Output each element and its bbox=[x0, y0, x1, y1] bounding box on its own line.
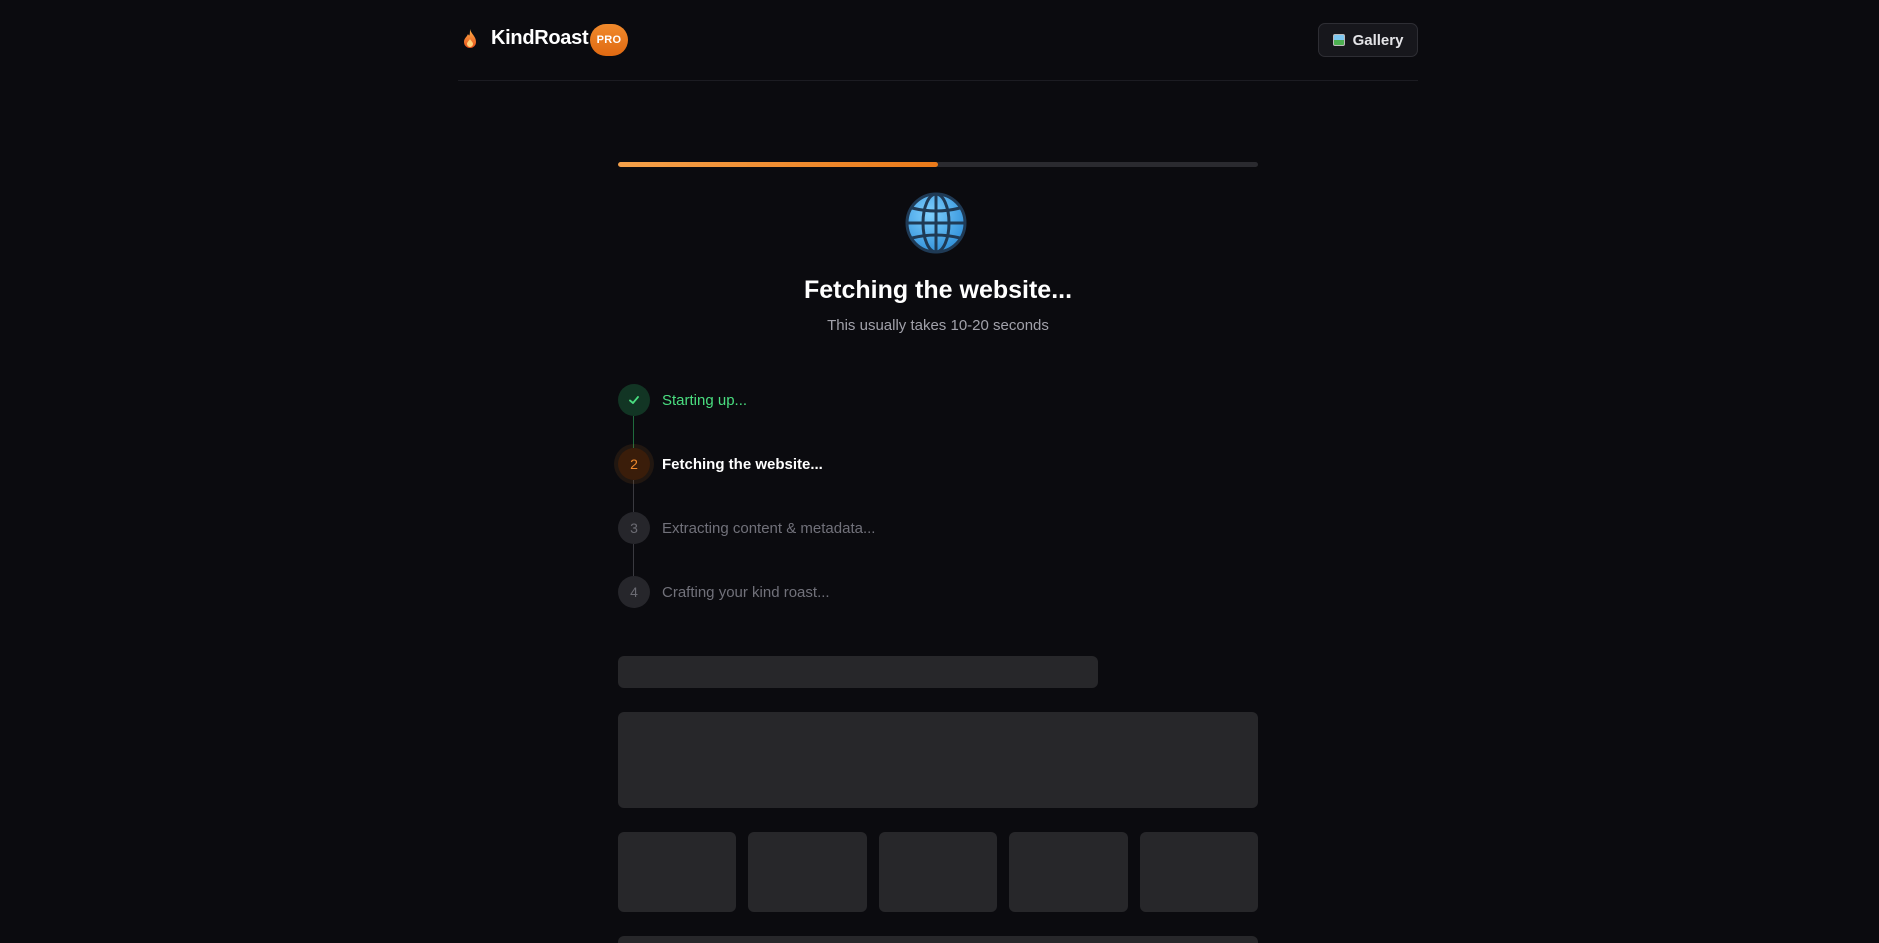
step-crafting: 4 Crafting your kind roast... bbox=[618, 576, 830, 608]
step-fetching: 2 Fetching the website... bbox=[618, 448, 823, 480]
status-subtitle: This usually takes 10-20 seconds bbox=[827, 317, 1049, 334]
globe-icon bbox=[905, 192, 967, 254]
step-connector bbox=[633, 544, 634, 576]
step-connector bbox=[633, 480, 634, 512]
step-label: Fetching the website... bbox=[662, 455, 823, 473]
flame-icon bbox=[464, 29, 476, 48]
status-title: Fetching the website... bbox=[803, 276, 1073, 304]
step-label: Crafting your kind roast... bbox=[662, 583, 830, 601]
step-number: 3 bbox=[618, 512, 650, 544]
skeleton-card bbox=[1140, 832, 1258, 912]
skeleton-card bbox=[748, 832, 867, 912]
skeleton-block bbox=[618, 712, 1258, 808]
brand-name[interactable]: KindRoast bbox=[491, 27, 589, 50]
pro-badge: PRO bbox=[590, 24, 628, 56]
progress-bar bbox=[618, 162, 1258, 167]
step-connector bbox=[633, 416, 634, 448]
skeleton-card bbox=[1009, 832, 1128, 912]
check-icon bbox=[629, 396, 639, 404]
gallery-button-label: Gallery bbox=[1352, 31, 1404, 49]
step-number: 4 bbox=[618, 576, 650, 608]
step-label: Extracting content & metadata... bbox=[662, 519, 876, 537]
step-label: Starting up... bbox=[662, 391, 748, 409]
picture-icon bbox=[1332, 34, 1345, 46]
progress-fill bbox=[618, 162, 938, 167]
step-starting-up: Starting up... bbox=[618, 384, 747, 416]
skeleton-card bbox=[618, 832, 736, 912]
skeleton-block bbox=[618, 936, 1258, 943]
gallery-button[interactable]: Gallery bbox=[1318, 23, 1418, 57]
step-extracting: 3 Extracting content & metadata... bbox=[618, 512, 875, 544]
step-number: 2 bbox=[618, 448, 650, 480]
step-marker bbox=[618, 384, 650, 416]
skeleton-card bbox=[879, 832, 997, 912]
skeleton-title bbox=[618, 656, 1098, 688]
